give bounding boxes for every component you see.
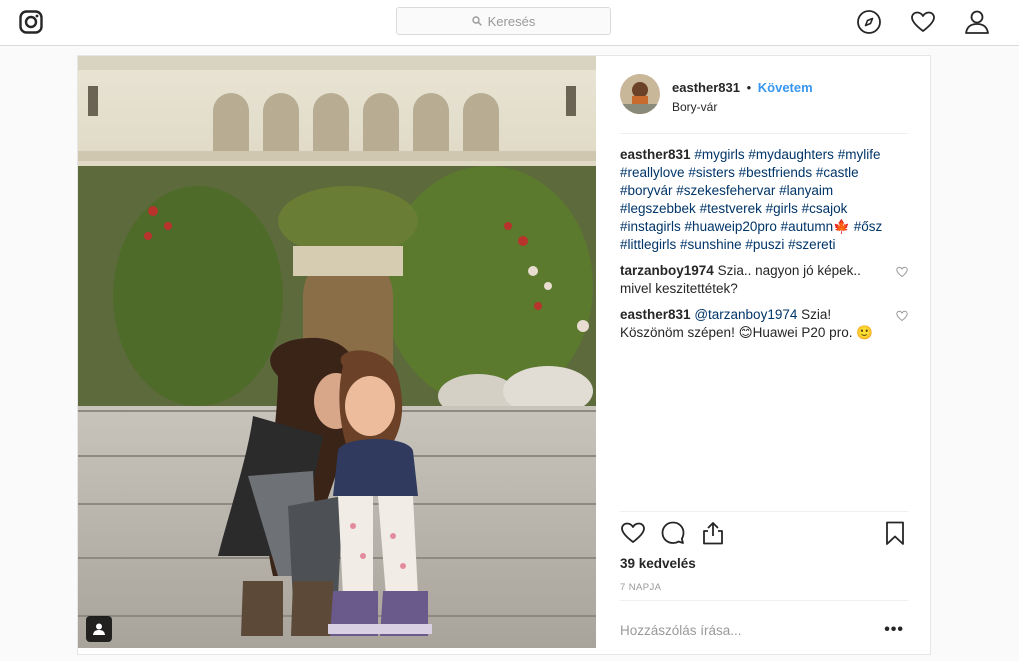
post-card: easther831 • Követem Bory-vár easther831… <box>77 55 931 655</box>
post-sidebar: easther831 • Követem Bory-vár easther831… <box>596 56 932 656</box>
separator-dot: • <box>746 80 752 95</box>
post-photo[interactable] <box>78 56 596 648</box>
hashtag-link[interactable]: #mylife <box>838 147 881 162</box>
hashtag-link[interactable]: #csajok <box>802 201 848 216</box>
hashtag-link[interactable]: #szekesfehervar <box>676 183 775 198</box>
hashtag-link[interactable]: #sisters <box>688 165 735 180</box>
caption-author[interactable]: easther831 <box>620 147 691 162</box>
search-input[interactable]: Keresés <box>396 7 611 35</box>
hashtag-link[interactable]: #instagirls <box>620 219 681 234</box>
tagged-user-icon <box>93 623 105 635</box>
comment-like-heart-icon[interactable] <box>896 266 908 278</box>
hashtag-link[interactable]: #huaweip20pro <box>685 219 777 234</box>
post-header: easther831 • Követem Bory-vár <box>620 74 908 134</box>
hashtag-link[interactable]: #mydaughters <box>748 147 834 162</box>
add-comment-section: Hozzászólás írása... ••• <box>620 600 908 650</box>
header-user-line: easther831 • Követem <box>672 80 813 95</box>
hashtag-link[interactable]: #szereti <box>788 237 835 252</box>
hashtag-link[interactable]: #sunshine <box>680 237 742 252</box>
search-icon <box>471 16 482 26</box>
comment-like-heart-icon[interactable] <box>896 310 908 322</box>
hashtag-link[interactable]: #bestfriends <box>739 165 813 180</box>
like-heart-icon[interactable] <box>620 520 646 546</box>
hashtag-link[interactable]: #autumn <box>781 219 834 234</box>
avatar[interactable] <box>620 74 660 114</box>
caption: easther831 #mygirls #mydaughters #mylife… <box>620 146 908 254</box>
explore-compass-icon[interactable] <box>856 9 882 35</box>
top-bar: Keresés <box>0 0 1019 46</box>
caption-text: #mygirls #mydaughters #mylife #reallylov… <box>620 147 882 252</box>
follow-button[interactable]: Követem <box>758 80 813 95</box>
comment-mention[interactable]: @tarzanboy1974 <box>694 307 797 322</box>
hashtag-link[interactable]: #puszi <box>745 237 784 252</box>
post-actions: 39 kedvelés 7 NAPJA Hozzászólás írása...… <box>620 511 908 661</box>
post-timestamp[interactable]: 7 NAPJA <box>620 582 661 593</box>
comments-list: easther831 #mygirls #mydaughters #mylife… <box>620 146 908 350</box>
comment-author[interactable]: tarzanboy1974 <box>620 263 714 278</box>
hashtag-link[interactable]: #ősz <box>854 219 883 234</box>
save-bookmark-icon[interactable] <box>882 520 908 546</box>
likes-count[interactable]: 39 kedvelés <box>620 556 696 571</box>
comment-item: tarzanboy1974 Szia.. nagyon jó képek.. m… <box>620 262 908 298</box>
hashtag-link[interactable]: #reallylove <box>620 165 685 180</box>
caption-text-fragment: 🍁 <box>833 219 854 234</box>
hashtag-link[interactable]: #littlegirls <box>620 237 676 252</box>
profile-icon[interactable] <box>964 9 990 35</box>
location-link[interactable]: Bory-vár <box>672 100 717 114</box>
hashtag-link[interactable]: #castle <box>816 165 859 180</box>
search-placeholder: Keresés <box>487 13 536 29</box>
comment-bubble-icon[interactable] <box>660 520 686 546</box>
tagged-people-button[interactable] <box>86 616 112 642</box>
hashtag-link[interactable]: #girls <box>766 201 798 216</box>
photo-illustration <box>78 56 596 648</box>
hashtag-link[interactable]: #mygirls <box>694 147 744 162</box>
share-icon[interactable] <box>700 520 726 546</box>
activity-heart-icon[interactable] <box>910 9 936 35</box>
comment-item: easther831 @tarzanboy1974 Szia! Köszönöm… <box>620 306 908 342</box>
add-comment-input[interactable]: Hozzászólás írása... <box>620 623 742 638</box>
comment-author[interactable]: easther831 <box>620 307 691 322</box>
more-options-button[interactable]: ••• <box>884 621 904 639</box>
hashtag-link[interactable]: #legszebbek <box>620 201 696 216</box>
hashtag-link[interactable]: #lanyaim <box>779 183 833 198</box>
hashtag-link[interactable]: #testverek <box>700 201 762 216</box>
hashtag-link[interactable]: #boryvár <box>620 183 673 198</box>
instagram-logo-icon[interactable] <box>19 10 43 34</box>
username-link[interactable]: easther831 <box>672 80 740 95</box>
